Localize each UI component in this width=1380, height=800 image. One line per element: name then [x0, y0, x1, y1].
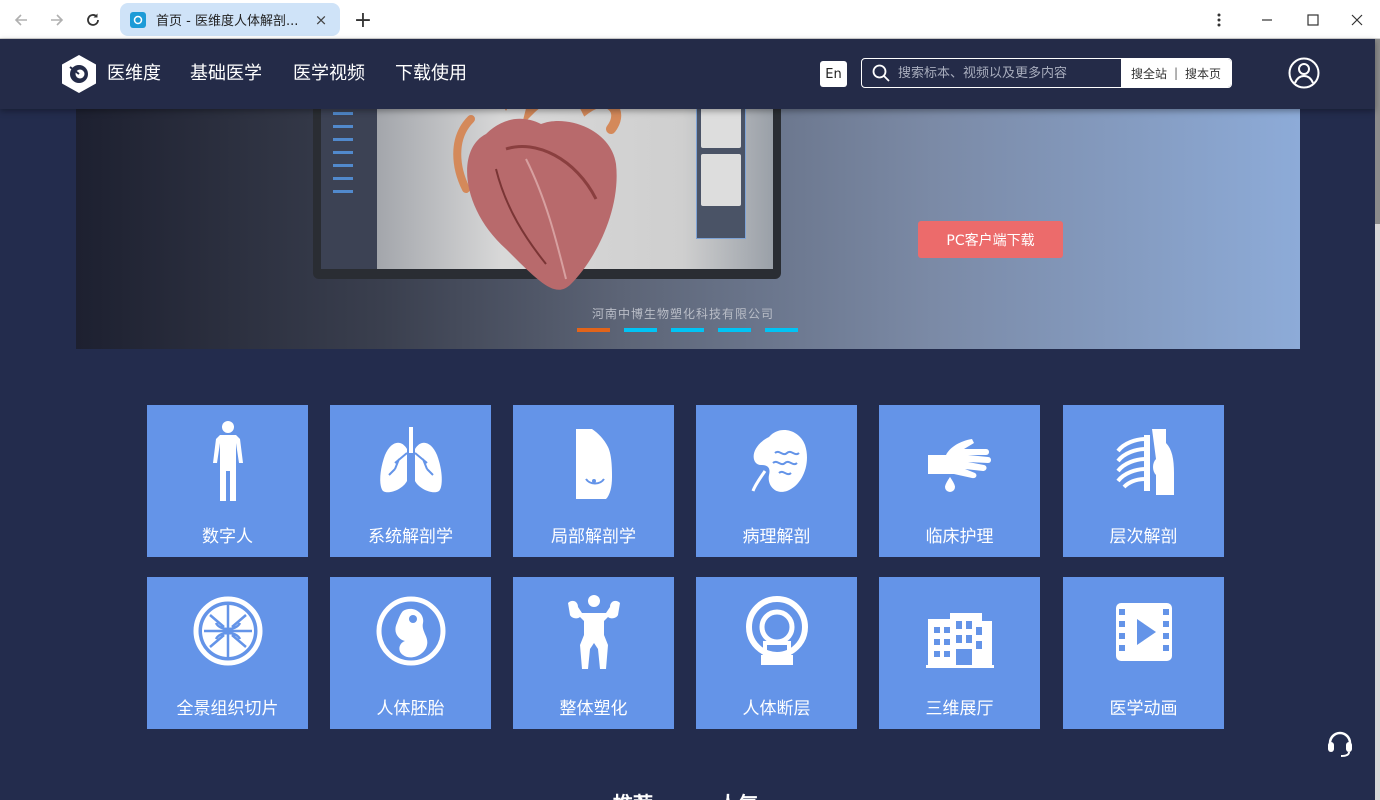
banner-carousel: PC客户端下载 河南中博生物塑化科技有限公司: [76, 109, 1300, 349]
tile-pathology[interactable]: 病理解剖: [696, 405, 857, 557]
search-all-button[interactable]: 搜全站: [1131, 65, 1167, 82]
lungs-icon: [379, 427, 442, 493]
tile-human-embryo[interactable]: 人体胚胎: [330, 577, 491, 729]
site-header: 医维度 基础医学 医学视频 下载使用 En 搜全站 | 搜本页: [0, 39, 1375, 109]
torso-icon: [575, 429, 612, 499]
tile-label: 系统解剖学: [368, 527, 453, 547]
muscle-man-icon: [567, 595, 620, 669]
new-tab-button[interactable]: +: [350, 7, 376, 33]
user-avatar-icon[interactable]: [1288, 57, 1320, 89]
browser-chrome: 首页 - 医维度人体解剖... × +: [0, 0, 1380, 39]
carousel-dot[interactable]: [671, 328, 704, 332]
hand-drop-icon: [927, 439, 991, 492]
human-body-icon: [212, 421, 243, 501]
minimize-icon[interactable]: [1252, 7, 1282, 33]
scrollbar-thumb[interactable]: [1375, 39, 1380, 224]
tile-regional-anatomy[interactable]: 局部解剖学: [513, 405, 674, 557]
back-icon[interactable]: [8, 7, 34, 33]
carousel-dot[interactable]: [718, 328, 751, 332]
brand-name[interactable]: 医维度: [107, 63, 161, 85]
site-logo-icon[interactable]: [60, 54, 98, 94]
tile-label: 病理解剖: [742, 527, 811, 547]
embryo-icon: [376, 596, 445, 666]
kidney-icon: [751, 430, 807, 492]
customer-support-icon[interactable]: [1325, 727, 1355, 757]
nav-download[interactable]: 下载使用: [395, 63, 467, 85]
carousel-dot[interactable]: [577, 328, 610, 332]
tab-recommended[interactable]: 推荐: [613, 788, 653, 800]
tile-layered-anatomy[interactable]: 层次解剖: [1063, 405, 1224, 557]
tile-label: 临床护理: [925, 527, 994, 547]
tile-label: 人体断层: [742, 699, 811, 719]
tile-label: 局部解剖学: [551, 527, 636, 547]
video-film-icon: [1115, 603, 1172, 661]
language-toggle[interactable]: En: [820, 61, 847, 87]
tile-label: 人体胚胎: [376, 699, 445, 719]
reload-icon[interactable]: [80, 7, 106, 33]
nav-basic-medicine[interactable]: 基础医学: [190, 63, 262, 85]
plus-icon: +: [353, 7, 373, 33]
search-icon[interactable]: [872, 64, 890, 82]
tile-label: 医学动画: [1109, 699, 1178, 719]
close-window-icon[interactable]: [1342, 7, 1372, 33]
carousel-dot[interactable]: [624, 328, 657, 332]
tab-popular[interactable]: 人气: [718, 788, 758, 800]
tile-digital-human[interactable]: 数字人: [147, 405, 308, 557]
nav-medical-video[interactable]: 医学视频: [293, 63, 365, 85]
tissue-slice-icon: [193, 596, 262, 666]
ct-scanner-icon: [745, 596, 808, 665]
building-icon: [925, 613, 994, 668]
ribcage-icon: [1115, 429, 1174, 495]
pc-client-download-button[interactable]: PC客户端下载: [918, 221, 1063, 258]
banner-watermark: 河南中博生物塑化科技有限公司: [592, 307, 775, 321]
browser-tab[interactable]: 首页 - 医维度人体解剖... ×: [120, 3, 340, 36]
tile-whole-plastination[interactable]: 整体塑化: [513, 577, 674, 729]
tile-clinical-nursing[interactable]: 临床护理: [879, 405, 1040, 557]
browser-menu-icon[interactable]: [1204, 7, 1234, 33]
tile-label: 全景组织切片: [176, 699, 279, 719]
tile-human-tomography[interactable]: 人体断层: [696, 577, 857, 729]
tile-label: 层次解剖: [1109, 527, 1178, 547]
search-bar: 搜全站 | 搜本页: [861, 58, 1232, 88]
tile-label: 三维展厅: [925, 699, 994, 719]
search-scope: 搜全站 | 搜本页: [1121, 59, 1231, 87]
search-input[interactable]: [898, 65, 1118, 81]
tile-3d-exhibition[interactable]: 三维展厅: [879, 577, 1040, 729]
tab-title: 首页 - 医维度人体解剖...: [156, 14, 299, 29]
forward-icon[interactable]: [44, 7, 70, 33]
tab-close-icon[interactable]: ×: [312, 11, 330, 29]
carousel-dot[interactable]: [765, 328, 798, 332]
heart-model-image: [453, 109, 622, 290]
tile-system-anatomy[interactable]: 系统解剖学: [330, 405, 491, 557]
tile-label: 整体塑化: [559, 699, 628, 719]
maximize-icon[interactable]: [1298, 7, 1328, 33]
site-favicon-icon: [130, 11, 146, 28]
tile-medical-animation[interactable]: 医学动画: [1063, 577, 1224, 729]
tile-label: 数字人: [202, 527, 253, 547]
scope-separator: |: [1173, 66, 1179, 80]
search-page-button[interactable]: 搜本页: [1185, 65, 1221, 82]
tile-panoramic-slice[interactable]: 全景组织切片: [147, 577, 308, 729]
